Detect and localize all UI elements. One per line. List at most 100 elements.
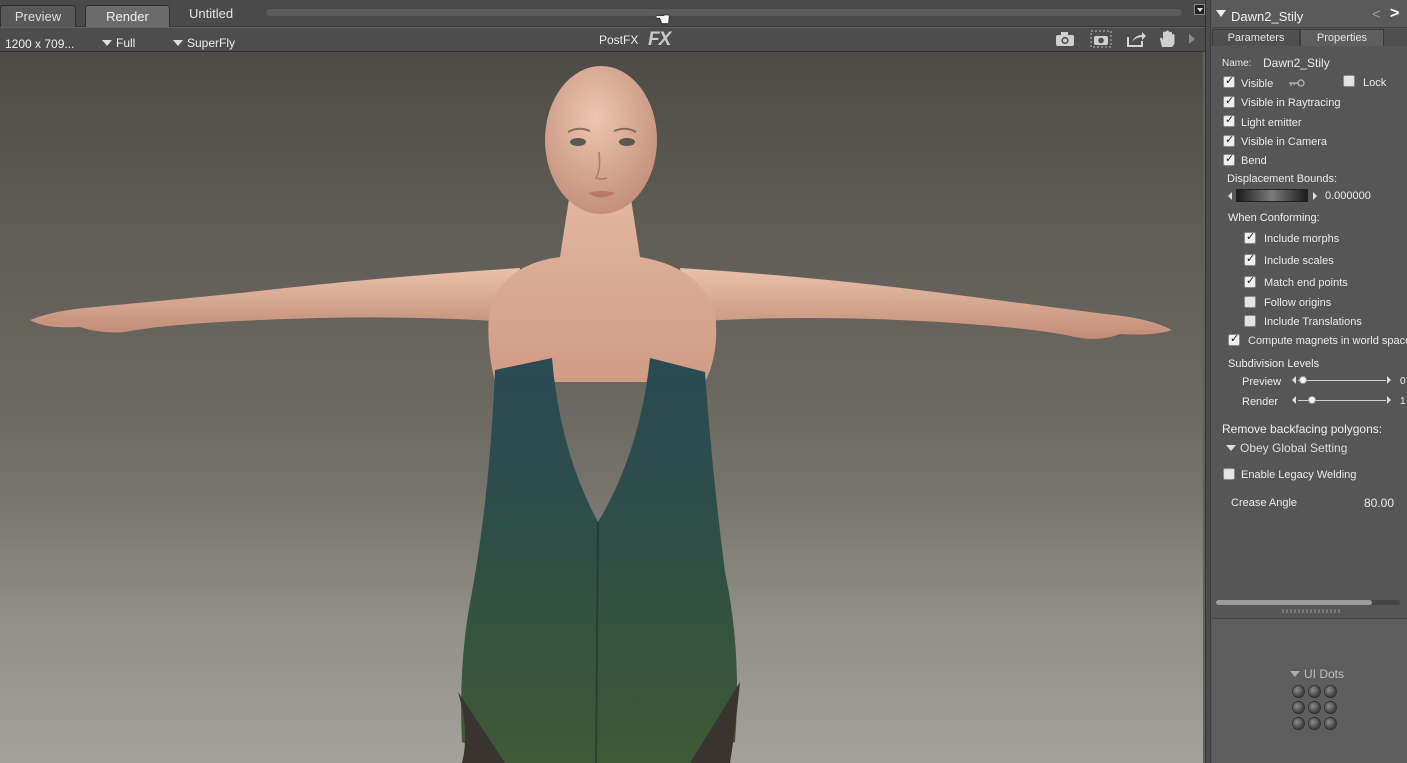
render-viewport[interactable] xyxy=(0,52,1203,763)
key-icon xyxy=(1289,79,1305,87)
visible-label: Visible xyxy=(1241,78,1274,90)
postfx-label: PostFX xyxy=(599,33,639,47)
ui-dot[interactable] xyxy=(1308,685,1321,698)
chevron-down-icon xyxy=(173,40,183,46)
ui-dot[interactable] xyxy=(1324,685,1337,698)
camera-snapshot-icon[interactable] xyxy=(1090,30,1112,48)
decrement-arrow-icon[interactable] xyxy=(1292,376,1296,384)
properties-pane: Dawn2_Stily < > Parameters Properties Na… xyxy=(1205,0,1407,763)
document-title: Untitled xyxy=(189,6,234,21)
visible-in-camera-label: Visible in Camera xyxy=(1241,136,1328,148)
fx-icon[interactable]: FX xyxy=(648,29,671,51)
follow-origins-label: Follow origins xyxy=(1264,297,1332,309)
follow-origins-checkbox[interactable] xyxy=(1244,296,1256,308)
tab-parameters[interactable]: Parameters xyxy=(1212,29,1300,46)
name-value[interactable]: Dawn2_Stily xyxy=(1263,56,1330,70)
visible-checkbox[interactable] xyxy=(1223,74,1235,88)
horizontal-scrollbar[interactable] xyxy=(1216,600,1400,605)
displacement-dial[interactable] xyxy=(1236,189,1308,202)
include-morphs-checkbox[interactable] xyxy=(1244,230,1256,244)
render-engine-dropdown[interactable]: SuperFly xyxy=(173,36,235,50)
subdivision-preview-value: 0 xyxy=(1400,376,1406,387)
decrement-arrow-icon[interactable] xyxy=(1292,396,1296,404)
render-engine-value: SuperFly xyxy=(187,36,236,50)
pane-tabs: Parameters Properties xyxy=(1212,29,1407,46)
crease-angle-label: Crease Angle xyxy=(1231,497,1298,509)
include-translations-checkbox[interactable] xyxy=(1244,315,1256,327)
subdivision-preview-slider-thumb[interactable] xyxy=(1299,376,1307,384)
light-emitter-checkbox[interactable] xyxy=(1223,113,1235,127)
backfacing-dropdown[interactable]: Obey Global Setting xyxy=(1226,441,1347,455)
lock-checkbox[interactable] xyxy=(1343,75,1355,87)
ui-dot[interactable] xyxy=(1324,717,1337,730)
title-scrollbar[interactable] xyxy=(265,8,1183,17)
selected-node-title[interactable]: Dawn2_Stily xyxy=(1231,9,1303,24)
ui-dots-label[interactable]: UI Dots xyxy=(1304,667,1344,681)
enable-legacy-welding-checkbox[interactable] xyxy=(1223,468,1235,480)
lock-label: Lock xyxy=(1363,77,1387,89)
enable-legacy-welding-label: Enable Legacy Welding xyxy=(1241,469,1357,481)
subdivision-render-value: 1 xyxy=(1400,396,1406,407)
nav-previous-icon[interactable]: < xyxy=(1372,6,1381,23)
bend-checkbox[interactable] xyxy=(1223,152,1235,166)
visible-in-raytracing-checkbox[interactable] xyxy=(1223,94,1235,108)
increment-arrow-icon[interactable] xyxy=(1313,192,1317,200)
ui-dot[interactable] xyxy=(1308,701,1321,714)
scrollbar-thumb[interactable] xyxy=(1216,600,1372,605)
visible-in-camera-checkbox[interactable] xyxy=(1223,133,1235,147)
subdivision-levels-header: Subdivision Levels xyxy=(1228,358,1320,370)
increment-arrow-icon[interactable] xyxy=(1387,376,1391,384)
render-options-bar: 1200 x 709... Full SuperFly PostFX FX xyxy=(0,28,1205,52)
light-emitter-label: Light emitter xyxy=(1241,117,1302,129)
decrement-arrow-icon[interactable] xyxy=(1228,192,1232,200)
displacement-bounds-label: Displacement Bounds: xyxy=(1227,173,1338,185)
include-morphs-label: Include morphs xyxy=(1264,233,1340,245)
rendered-figure-image xyxy=(30,66,1172,763)
tab-preview[interactable]: Preview xyxy=(0,5,76,27)
share-export-icon[interactable] xyxy=(1125,30,1147,48)
tab-menu-dropdown-icon[interactable] xyxy=(1194,4,1205,15)
ui-dot[interactable] xyxy=(1292,717,1305,730)
chevron-down-icon xyxy=(1226,445,1236,451)
subdivision-render-slider-thumb[interactable] xyxy=(1308,396,1316,404)
bend-label: Bend xyxy=(1241,155,1267,167)
pane-resize-grip[interactable] xyxy=(1282,609,1342,613)
expand-arrow-icon[interactable] xyxy=(1186,30,1198,48)
name-label: Name: xyxy=(1222,58,1252,69)
ui-dot[interactable] xyxy=(1324,701,1337,714)
camera-icon[interactable] xyxy=(1054,30,1076,48)
hand-pan-icon[interactable] xyxy=(1156,30,1178,48)
properties-list: Name: Dawn2_Stily Visible Lock Visible i… xyxy=(1212,47,1407,607)
chevron-down-icon xyxy=(102,40,112,46)
chevron-down-icon[interactable] xyxy=(1290,671,1300,677)
compute-magnets-checkbox[interactable] xyxy=(1228,332,1240,346)
crease-angle-value[interactable]: 80.00 xyxy=(1364,496,1394,510)
document-window: Preview Render Untitled ☚ 1200 x 709... … xyxy=(0,0,1205,763)
when-conforming-header: When Conforming: xyxy=(1228,212,1320,224)
pane-header: Dawn2_Stily < > xyxy=(1212,0,1407,28)
increment-arrow-icon[interactable] xyxy=(1387,396,1391,404)
visible-in-raytracing-label: Visible in Raytracing xyxy=(1241,97,1341,109)
include-scales-label: Include scales xyxy=(1264,255,1334,267)
nav-next-icon[interactable]: > xyxy=(1390,5,1399,23)
ui-dot[interactable] xyxy=(1292,685,1305,698)
dimension-mode-dropdown[interactable]: Full xyxy=(102,36,135,50)
document-tab-bar: Preview Render Untitled ☚ xyxy=(0,0,1205,29)
compute-magnets-label: Compute magnets in world space xyxy=(1248,335,1407,347)
resolution-label[interactable]: 1200 x 709... xyxy=(5,37,74,51)
ui-dot[interactable] xyxy=(1308,717,1321,730)
pane-content: Dawn2_Stily < > Parameters Properties Na… xyxy=(1212,0,1407,763)
dimension-mode-value: Full xyxy=(116,36,136,50)
ui-dots-panel: UI Dots xyxy=(1212,618,1407,763)
pane-splitter[interactable] xyxy=(1206,0,1211,763)
tab-render[interactable]: Render xyxy=(85,5,170,27)
match-end-points-label: Match end points xyxy=(1264,277,1348,289)
collapse-triangle-icon[interactable] xyxy=(1216,10,1226,17)
ui-dot[interactable] xyxy=(1292,701,1305,714)
match-end-points-checkbox[interactable] xyxy=(1244,274,1256,288)
subdivision-preview-label: Preview xyxy=(1242,376,1282,388)
include-scales-checkbox[interactable] xyxy=(1244,252,1256,266)
displacement-value[interactable]: 0.000000 xyxy=(1325,190,1371,202)
subdivision-preview-slider-track[interactable] xyxy=(1298,380,1386,381)
tab-properties[interactable]: Properties xyxy=(1300,29,1384,46)
